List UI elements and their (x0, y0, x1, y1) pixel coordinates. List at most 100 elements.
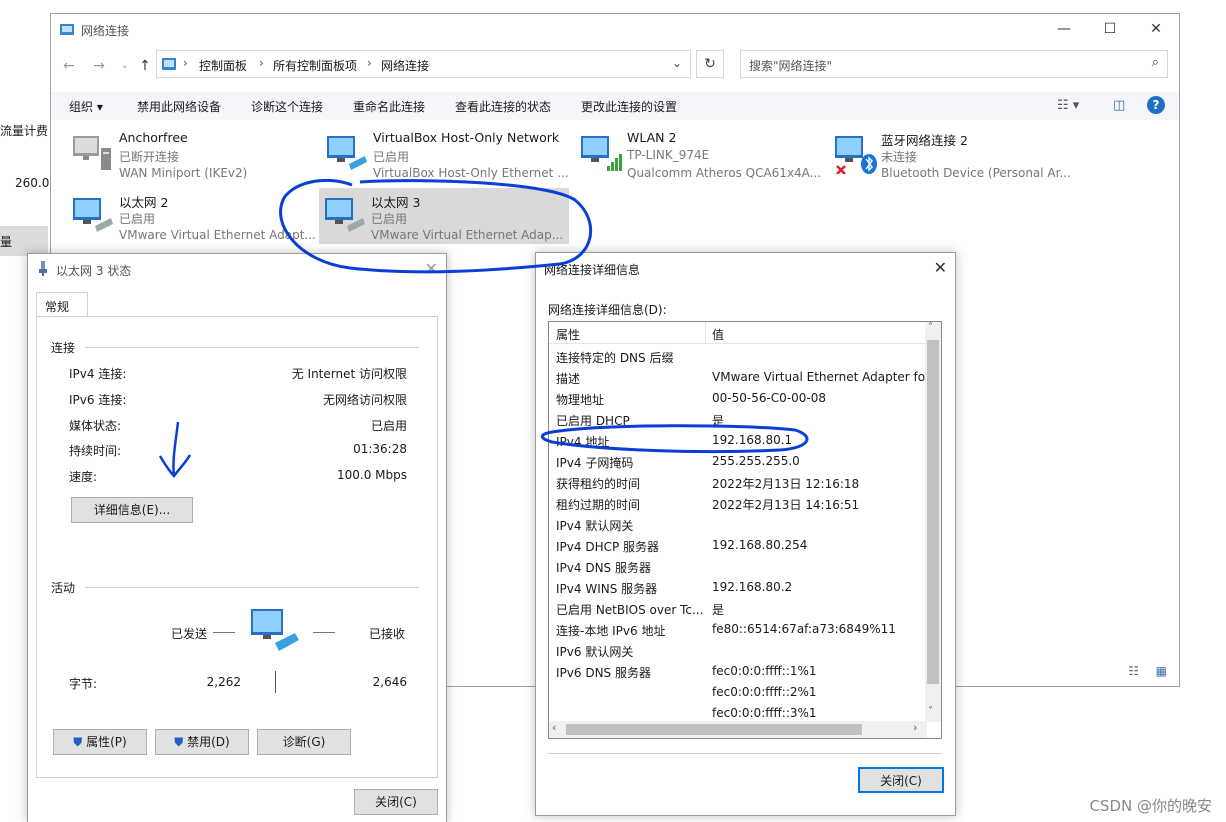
list-item[interactable]: IPv4 DHCP 服务器 192.168.80.254 (549, 535, 927, 556)
change-settings-button[interactable]: 更改此连接的设置 (581, 98, 677, 115)
list-item[interactable]: 已启用 NetBIOS over Tc... 是 (549, 598, 927, 619)
item-status: 已断开连接 (119, 150, 180, 164)
maximize-button[interactable]: ☐ (1087, 18, 1133, 40)
property-cell: IPv4 DNS 服务器 (556, 561, 651, 575)
speed-label: 速度: (69, 470, 98, 484)
list-item[interactable]: 获得租约的时间 2022年2月13日 12:16:18 (549, 472, 927, 493)
details-list[interactable]: 属性 值 连接特定的 DNS 后缀 描述 VMware Virtual Ethern… (548, 321, 942, 739)
watermark: CSDN @你的晚安 (1089, 797, 1212, 815)
up-arrow-icon[interactable]: ↑ (135, 56, 155, 76)
details-close-button[interactable]: 关闭(C) (858, 767, 944, 793)
breadcrumb-all-items[interactable]: 所有控制面板项 (273, 57, 357, 74)
tab-general[interactable]: 常规 (36, 292, 88, 316)
bluetooth-adapter-icon (835, 136, 877, 174)
view-status-button[interactable]: 查看此连接的状态 (455, 98, 551, 115)
property-cell: IPv6 DNS 服务器 (556, 666, 651, 680)
preview-pane-icon[interactable]: ◫ (1113, 98, 1125, 113)
list-item[interactable]: IPv6 默认网关 (549, 640, 927, 661)
organize-menu[interactable]: 组织 ▾ (69, 98, 103, 115)
list-item[interactable]: IPv4 默认网关 (549, 514, 927, 535)
scroll-thumb[interactable] (927, 340, 939, 684)
sent-line (213, 632, 235, 633)
scroll-left-icon[interactable]: ‹ (552, 721, 556, 734)
media-state-label: 媒体状态: (69, 419, 122, 433)
properties-button[interactable]: ⛊ 属性(P) (53, 729, 147, 755)
minimize-button[interactable]: — (1041, 18, 1087, 40)
list-item[interactable]: IPv6 DNS 服务器 fec0:0:0:ffff::1%1 (549, 661, 927, 682)
value-cell: fec0:0:0:ffff::2%1 (712, 685, 817, 699)
recent-chevron-icon[interactable]: ⌄ (115, 56, 135, 76)
list-item[interactable]: 描述 VMware Virtual Ethernet Adapter for (549, 367, 927, 388)
forward-arrow-icon[interactable]: → (89, 56, 109, 76)
background-text-1: 流量计费 (0, 124, 49, 138)
breadcrumb-separator-icon: › (183, 56, 188, 70)
list-item[interactable]: 租约过期的时间 2022年2月13日 14:16:51 (549, 493, 927, 514)
diagnose-button[interactable]: 诊断(G) (257, 729, 351, 755)
scroll-down-icon[interactable]: ˅ (928, 706, 933, 717)
speed-value: 100.0 Mbps (336, 468, 407, 482)
breadcrumb-network[interactable]: 网络连接 (381, 57, 429, 74)
item-device: Qualcomm Atheros QCA61x4A... (627, 166, 822, 180)
network-item-anchorfree[interactable]: Anchorfree 已断开连接 WAN Miniport (IKEv2) (67, 126, 317, 182)
network-activity-icon (251, 609, 299, 651)
ipv4-label: IPv4 连接: (69, 367, 127, 381)
item-status: 已启用 (371, 212, 408, 226)
search-icon[interactable]: ⌕ (1152, 55, 1159, 70)
list-item[interactable]: IPv4 DNS 服务器 (549, 556, 927, 577)
dialog-close-icon[interactable]: ✕ (425, 259, 438, 278)
connection-section-label: 连接 (51, 341, 76, 355)
disable-device-button[interactable]: 禁用此网络设备 (137, 98, 221, 115)
list-item[interactable]: 物理地址 00-50-56-C0-00-08 (549, 388, 927, 409)
value-cell: fe80::6514:67af:a73:6849%11 (712, 622, 896, 636)
disable-button-label: 禁用(D) (187, 735, 230, 749)
list-item[interactable]: 连接特定的 DNS 后缀 (549, 346, 927, 367)
back-arrow-icon[interactable]: ← (59, 56, 79, 76)
list-item[interactable]: 连接-本地 IPv6 地址 fe80::6514:67af:a73:6849%11 (549, 619, 927, 640)
network-item-ethernet2[interactable]: 以太网 2 已启用 VMware Virtual Ethernet Adapt.… (67, 188, 317, 244)
disable-button[interactable]: ⛊ 禁用(D) (155, 729, 249, 755)
list-item[interactable]: 已启用 DHCP 是 (549, 409, 927, 430)
value-cell: fec0:0:0:ffff::1%1 (712, 664, 817, 678)
rename-connection-button[interactable]: 重命名此连接 (353, 98, 425, 115)
hscroll-thumb[interactable] (566, 724, 862, 735)
breadcrumb-separator-icon: › (259, 56, 264, 70)
title-bar[interactable]: 网络连接 — ☐ ✕ (51, 14, 1179, 44)
network-item-wlan2[interactable]: WLAN 2 TP-LINK_974E Qualcomm Atheros QCA… (575, 126, 825, 182)
breadcrumb-control-panel[interactable]: 控制面板 (199, 57, 247, 74)
close-window-button[interactable]: ✕ (1133, 18, 1179, 40)
refresh-button[interactable]: ↻ (696, 50, 724, 78)
details-button[interactable]: 详细信息(E)... (71, 497, 193, 523)
col-value-header[interactable]: 值 (712, 326, 724, 343)
list-item[interactable]: IPv4 地址 192.168.80.1 (549, 430, 927, 451)
network-item-bluetooth[interactable]: 蓝牙网络连接 2 未连接 Bluetooth Device (Personal … (829, 126, 1079, 182)
activity-section-label: 活动 (51, 581, 76, 595)
status-close-button[interactable]: 关闭(C) (354, 789, 438, 815)
network-item-virtualbox[interactable]: VirtualBox Host-Only Network 已启用 Virtual… (321, 126, 571, 182)
received-label: 已接收 (369, 627, 406, 641)
help-icon[interactable]: ? (1147, 96, 1165, 114)
dialog-close-icon[interactable]: ✕ (934, 258, 947, 277)
diagnose-connection-button[interactable]: 诊断这个连接 (251, 98, 323, 115)
horizontal-scrollbar[interactable]: ‹ › (549, 721, 927, 738)
item-name: Anchorfree (119, 130, 188, 145)
property-cell: IPv4 默认网关 (556, 519, 634, 533)
list-item[interactable]: IPv4 WINS 服务器 192.168.80.2 (549, 577, 927, 598)
command-bar: 组织 ▾ 禁用此网络设备 诊断这个连接 重命名此连接 查看此连接的状态 更改此连… (51, 92, 1179, 120)
scroll-right-icon[interactable]: › (913, 721, 917, 734)
search-input[interactable]: 搜索"网络连接" ⌕ (740, 50, 1168, 78)
property-cell: IPv4 地址 (556, 435, 610, 449)
address-bar[interactable]: › 控制面板 › 所有控制面板项 › 网络连接 ⌄ (156, 50, 691, 78)
large-icons-view-icon[interactable]: ▦ (1156, 664, 1167, 678)
ethernet-plug-icon (39, 261, 47, 276)
details-view-icon[interactable]: ☷ (1128, 664, 1139, 678)
item-status: 已启用 (119, 212, 156, 226)
network-item-ethernet3[interactable]: 以太网 3 已启用 VMware Virtual Ethernet Adap..… (319, 188, 569, 244)
scroll-up-icon[interactable]: ˄ (928, 322, 933, 333)
view-options-icon[interactable]: ☷ ▾ (1057, 98, 1079, 113)
list-item[interactable]: IPv4 子网掩码 255.255.255.0 (549, 451, 927, 472)
vertical-scrollbar[interactable]: ˄ ˅ (925, 322, 941, 722)
address-dropdown-icon[interactable]: ⌄ (672, 56, 682, 70)
dialog-title: 以太网 3 状态 (56, 264, 132, 278)
col-property-header[interactable]: 属性 (556, 326, 580, 343)
list-item[interactable]: fec0:0:0:ffff::2%1 (549, 682, 927, 703)
